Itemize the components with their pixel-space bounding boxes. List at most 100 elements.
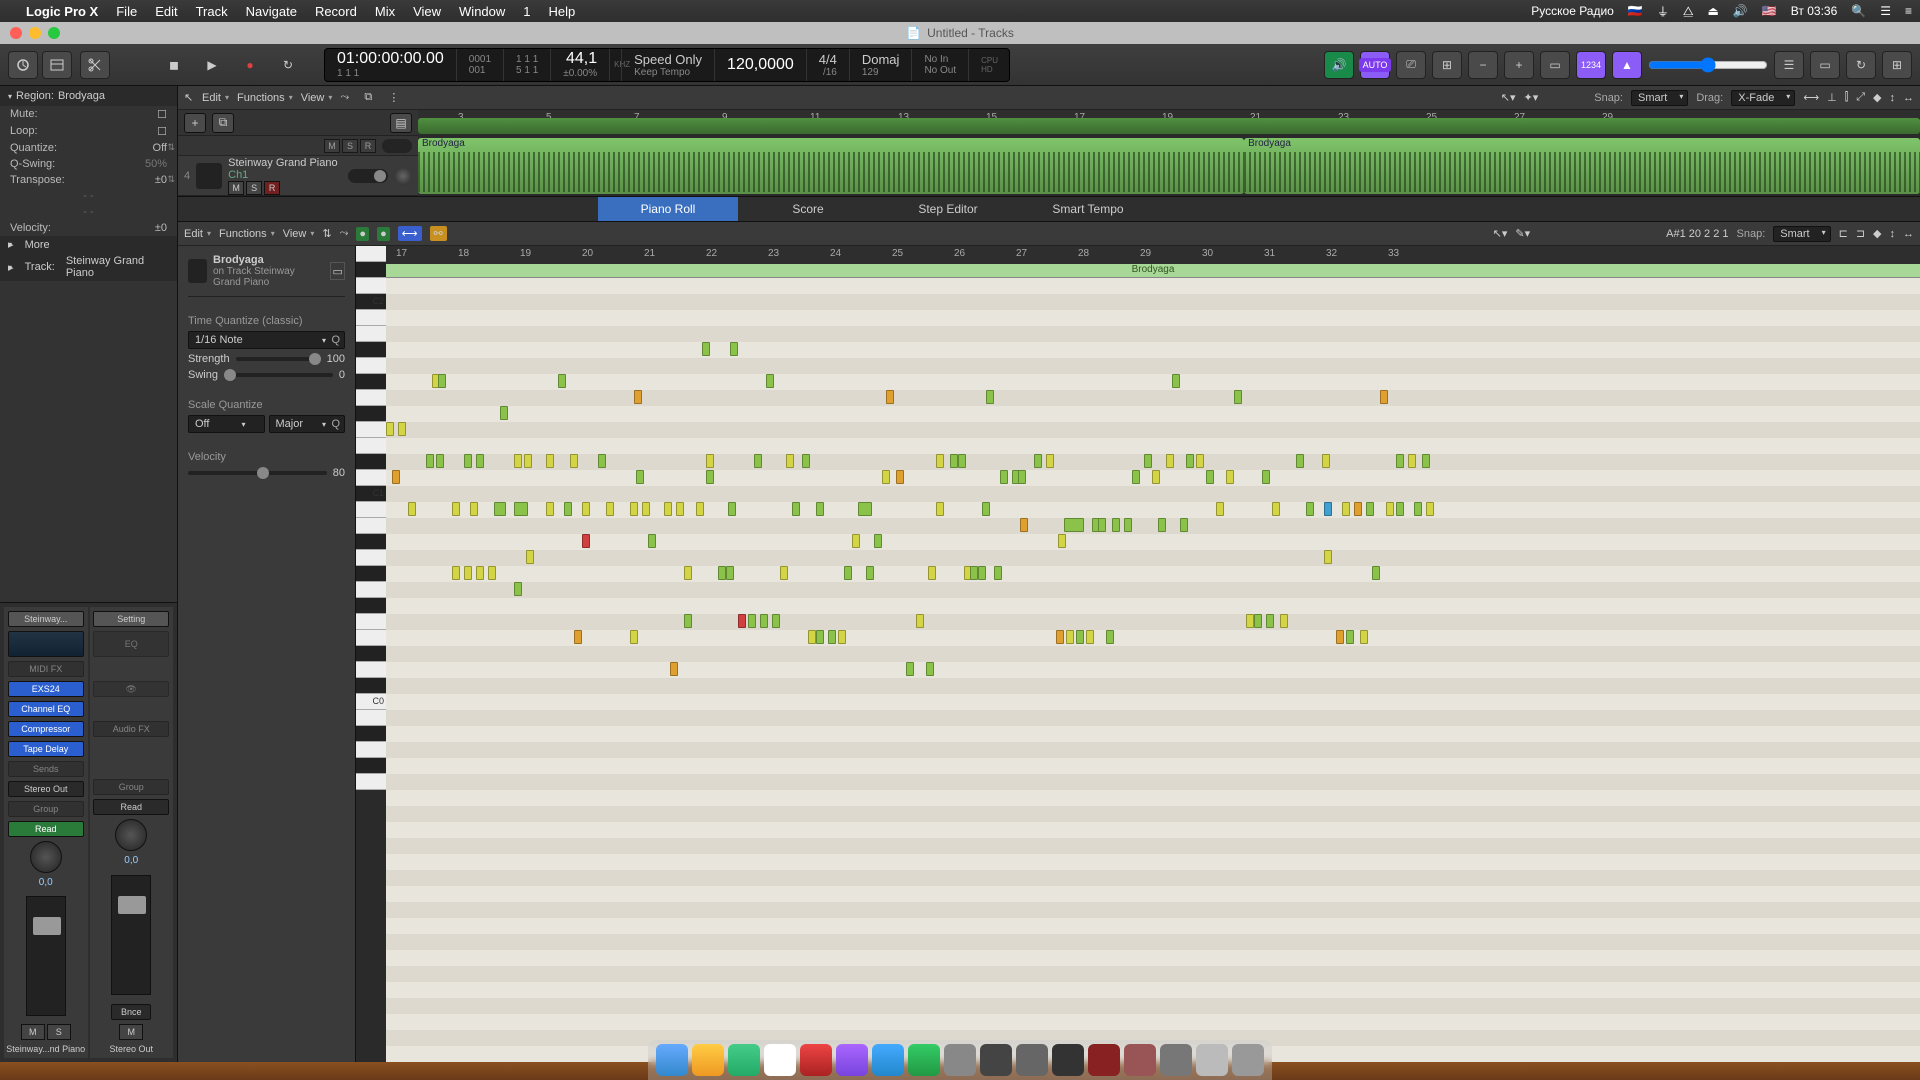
menu-help[interactable]: Help — [549, 4, 576, 19]
midi-note[interactable] — [1408, 454, 1416, 468]
dock-app15-icon[interactable] — [1160, 1044, 1192, 1076]
midi-note[interactable] — [858, 502, 872, 516]
midi-region-2[interactable]: Brodyaga — [1244, 138, 1920, 194]
midi-note[interactable] — [882, 470, 890, 484]
midi-note[interactable] — [730, 342, 738, 356]
menu-file[interactable]: File — [116, 4, 137, 19]
midi-note[interactable] — [926, 662, 934, 676]
midi-note[interactable] — [1280, 614, 1288, 628]
dock-terminal-icon[interactable] — [1052, 1044, 1084, 1076]
midi-note[interactable] — [1426, 502, 1434, 516]
midi-note[interactable] — [392, 470, 400, 484]
pr-catch-icon[interactable]: ⤳ — [340, 227, 349, 240]
fx-tapedelay[interactable]: Tape Delay — [8, 741, 84, 757]
midi-note[interactable] — [706, 454, 714, 468]
eq-thumbnail[interactable] — [8, 631, 84, 657]
pr-functions-menu[interactable]: Functions — [219, 228, 275, 240]
midi-note[interactable] — [630, 630, 638, 644]
midi-note[interactable] — [452, 502, 460, 516]
menu-window[interactable]: Window — [459, 4, 505, 19]
midi-note[interactable] — [808, 630, 816, 644]
midi-note[interactable] — [726, 566, 734, 580]
sends-slot[interactable]: Sends — [8, 761, 84, 777]
cycle-button[interactable]: ↻ — [272, 51, 304, 79]
pr-pointer-tool[interactable]: ↖▾ — [1493, 227, 1508, 240]
midi-note[interactable] — [514, 454, 522, 468]
dock-app16-icon[interactable] — [1196, 1044, 1228, 1076]
pr-collapse-icon[interactable]: ⇅ — [322, 227, 331, 240]
pr-toggle-icon[interactable]: ▭ — [330, 262, 345, 280]
pr-link-icon[interactable]: ⟷ — [398, 226, 422, 241]
midi-note[interactable] — [1076, 630, 1084, 644]
midi-note[interactable] — [1246, 614, 1254, 628]
menubar-clock[interactable]: Вт 03:36 — [1791, 4, 1837, 18]
secondary-tool-icon[interactable]: ✦▾ — [1523, 91, 1538, 104]
app-name[interactable]: Logic Pro X — [26, 4, 98, 19]
duplicate-track-button[interactable]: ⧉ — [212, 113, 234, 133]
midi-note[interactable] — [574, 630, 582, 644]
midi-note[interactable] — [1046, 454, 1054, 468]
midi-note[interactable] — [1366, 502, 1374, 516]
midi-note[interactable] — [1354, 502, 1362, 516]
us-flag-icon[interactable]: 🇺🇸 — [1762, 4, 1777, 18]
midi-note[interactable] — [718, 566, 726, 580]
arrange-functions-menu[interactable]: Functions — [237, 92, 293, 104]
midi-note[interactable] — [838, 630, 846, 644]
midi-note[interactable] — [754, 454, 762, 468]
midi-note[interactable] — [1112, 518, 1120, 532]
midi-note[interactable] — [436, 454, 444, 468]
fx-compressor[interactable]: Compressor — [8, 721, 84, 737]
midi-note[interactable] — [994, 566, 1002, 580]
midi-note[interactable] — [582, 534, 590, 548]
velocity-slider[interactable] — [188, 471, 327, 475]
midi-note[interactable] — [464, 566, 472, 580]
dock-app8-icon[interactable] — [908, 1044, 940, 1076]
midi-note[interactable] — [452, 566, 460, 580]
more-header[interactable]: ▸ More — [0, 236, 177, 253]
piano-roll-ruler[interactable]: 1718192021222324252627282930313233 — [386, 246, 1920, 264]
tool-icon-d[interactable]: ⤢ — [1856, 91, 1865, 104]
arrange-edit-menu[interactable]: Edit — [202, 92, 229, 104]
midi-note[interactable] — [630, 502, 638, 516]
midi-note[interactable] — [1234, 390, 1242, 404]
toolbar-btn-3[interactable]: + — [1504, 51, 1534, 79]
pr-zoom-icon-2[interactable]: ⊐ — [1856, 227, 1865, 240]
region-header[interactable]: Region: Brodyaga — [0, 86, 177, 106]
menu-mix[interactable]: Mix — [375, 4, 395, 19]
filter-icon[interactable]: ⋮ — [388, 91, 404, 104]
midi-note[interactable] — [476, 454, 484, 468]
midi-note[interactable] — [464, 454, 472, 468]
midi-note[interactable] — [500, 406, 508, 420]
russia-flag-icon[interactable]: 🇷🇺 — [1628, 4, 1643, 18]
menu-navigate[interactable]: Navigate — [246, 4, 297, 19]
midi-note[interactable] — [476, 566, 484, 580]
midi-note[interactable] — [582, 502, 590, 516]
midi-note[interactable] — [866, 566, 874, 580]
pr-edit-menu[interactable]: Edit — [184, 228, 211, 240]
track-header-row[interactable]: ▸ Track: Steinway Grand Piano — [0, 253, 177, 281]
midi-note[interactable] — [906, 662, 914, 676]
spotlight-icon[interactable]: 🔍 — [1851, 4, 1866, 18]
midi-note[interactable] — [1216, 502, 1224, 516]
region-strip[interactable]: Brodyaga — [386, 264, 1920, 278]
pr-midi-in-icon[interactable]: ● — [356, 227, 369, 241]
pr-view-menu[interactable]: View — [283, 228, 315, 240]
pr-midi-out-icon[interactable]: ● — [377, 227, 390, 241]
record-button[interactable]: ● — [234, 51, 266, 79]
track-header-prev[interactable]: MSR — [178, 136, 418, 156]
dock-safari-icon[interactable] — [728, 1044, 760, 1076]
tool-icon-a[interactable]: ⟷ — [1803, 91, 1819, 104]
midifx-slot[interactable]: MIDI FX — [8, 661, 84, 677]
track-header[interactable]: 4 Steinway Grand Piano Ch1 MSR — [178, 156, 418, 196]
window-maximize-button[interactable] — [48, 27, 60, 39]
volume-icon[interactable]: 🔊 — [1733, 4, 1748, 18]
back-icon[interactable]: ↖ — [184, 91, 194, 104]
midi-note[interactable] — [780, 566, 788, 580]
pr-snap-select[interactable]: Smart — [1773, 226, 1830, 242]
midi-note[interactable] — [950, 454, 958, 468]
fx-channeleq[interactable]: Channel EQ — [8, 701, 84, 717]
velocity-row[interactable]: Velocity:±0 — [0, 220, 177, 236]
mixer-button[interactable]: ⎚ — [1396, 51, 1426, 79]
midi-note[interactable] — [1396, 502, 1404, 516]
midi-note[interactable] — [1266, 614, 1274, 628]
